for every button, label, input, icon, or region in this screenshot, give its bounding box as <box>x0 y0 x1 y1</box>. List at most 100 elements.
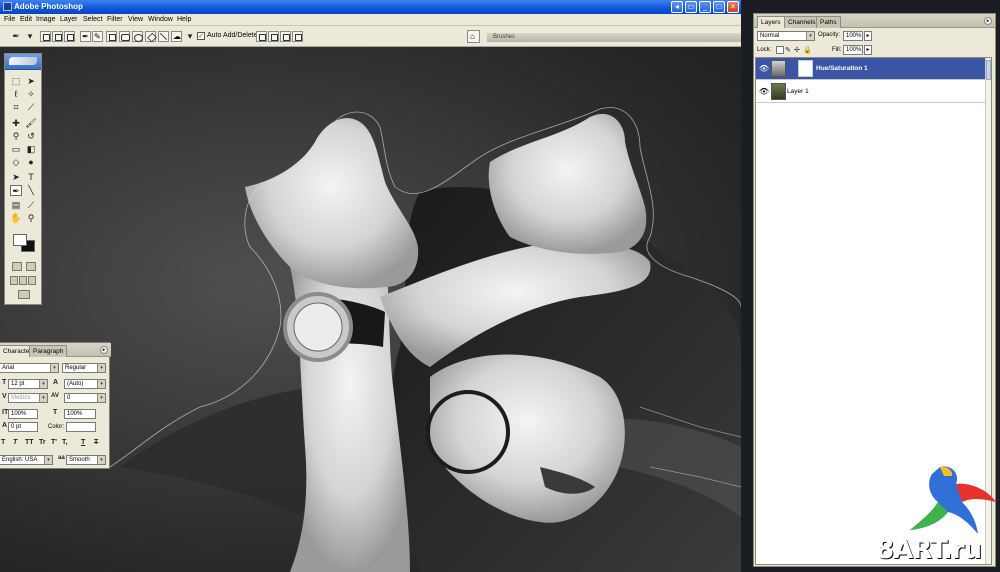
menu-filter[interactable]: Filter <box>107 16 123 23</box>
pen-tool-preset-icon[interactable]: ✒ <box>10 31 22 42</box>
dodge-tool-icon[interactable]: ● <box>25 157 37 168</box>
subscript-button[interactable]: T, <box>62 439 67 446</box>
scrollbar-thumb[interactable] <box>986 60 991 80</box>
baseline-shift-field[interactable]: 0 pt <box>8 422 38 432</box>
history-brush-icon[interactable]: ↺ <box>25 131 37 142</box>
gradient-tool-icon[interactable]: ◧ <box>25 144 37 155</box>
shape-layers-icon[interactable] <box>40 31 51 42</box>
faux-italic-button[interactable]: T <box>13 439 17 446</box>
eye-icon[interactable]: 👁 <box>758 87 770 96</box>
file-browser-icon[interactable]: ⌂ <box>467 30 480 43</box>
palette-toggle-button[interactable]: ◂ <box>671 1 683 13</box>
path-selection-icon[interactable]: ➤ <box>10 172 22 183</box>
magic-wand-tool-icon[interactable]: ✧ <box>25 89 37 100</box>
crop-tool-icon[interactable]: ⌗ <box>10 102 22 113</box>
menu-layer[interactable]: Layer <box>60 16 78 23</box>
full-screen-mode-icon[interactable] <box>28 276 36 285</box>
opacity-slider-arrow-icon[interactable]: ▸ <box>864 31 872 41</box>
lock-transparency-checkbox[interactable] <box>776 46 784 54</box>
kerning-field[interactable]: Metrics ▾ <box>8 393 48 403</box>
move-tool-icon[interactable]: ➤ <box>25 76 37 87</box>
toolbox-header[interactable] <box>5 54 41 70</box>
close-button[interactable]: × <box>727 1 739 13</box>
freeform-pen-icon[interactable]: ✎ <box>92 31 103 42</box>
notes-tool-icon[interactable]: ▤ <box>10 200 22 211</box>
clone-stamp-icon[interactable]: ⚲ <box>10 131 22 142</box>
maximize-button[interactable]: □ <box>713 1 725 13</box>
layer-row-layer-1[interactable]: 👁 Layer 1 <box>756 81 991 103</box>
full-screen-menu-mode-icon[interactable] <box>19 276 27 285</box>
leading-field[interactable]: (Auto) ▾ <box>64 379 106 389</box>
fill-slider-arrow-icon[interactable]: ▸ <box>864 45 872 55</box>
palette-well-brushes-tab[interactable]: Brushes <box>487 33 741 42</box>
custom-shape-tool-icon[interactable]: ☁ <box>171 31 182 42</box>
paths-mode-icon[interactable] <box>52 31 63 42</box>
standard-screen-mode-icon[interactable] <box>10 276 18 285</box>
menu-image[interactable]: Image <box>36 16 55 23</box>
tab-channels[interactable]: Channels <box>784 16 820 28</box>
menu-help[interactable]: Help <box>177 16 191 23</box>
horizontal-scale-field[interactable]: 100% <box>64 409 96 419</box>
jump-to-imageready-icon[interactable] <box>18 290 30 299</box>
layer-row-hue-saturation[interactable]: 👁 Hue/Saturation 1 <box>756 58 991 80</box>
color-swatches[interactable] <box>11 232 37 254</box>
fill-pixels-icon[interactable] <box>64 31 75 42</box>
foreground-color-swatch[interactable] <box>13 234 27 246</box>
blend-mode-select[interactable]: Normal ▾ <box>757 31 815 41</box>
panel-menu-icon[interactable]: ▸ <box>984 17 992 25</box>
healing-brush-icon[interactable]: ✚ <box>10 118 22 129</box>
strikethrough-button[interactable]: T <box>94 439 98 446</box>
exclude-overlapping-icon[interactable] <box>292 31 303 42</box>
minimize-button[interactable]: _ <box>699 1 711 13</box>
document-canvas[interactable] <box>0 47 741 572</box>
panel-menu-icon[interactable]: ▸ <box>100 346 108 354</box>
menu-select[interactable]: Select <box>83 16 102 23</box>
add-to-path-area-icon[interactable] <box>256 31 267 42</box>
eye-icon[interactable]: 👁 <box>758 64 770 73</box>
font-size-field[interactable]: 12 pt ▾ <box>8 379 48 389</box>
menu-edit[interactable]: Edit <box>20 16 32 23</box>
text-color-swatch[interactable] <box>66 422 96 432</box>
underline-button[interactable]: T <box>81 439 85 446</box>
hand-tool-icon[interactable]: ✋ <box>10 213 22 224</box>
rectangle-tool-icon[interactable] <box>106 31 117 42</box>
marquee-tool-icon[interactable]: ⬚ <box>10 76 22 87</box>
line-shape-tool-icon[interactable]: ╲ <box>25 185 37 196</box>
subtract-path-area-icon[interactable] <box>268 31 279 42</box>
superscript-button[interactable]: T' <box>51 439 57 446</box>
menu-view[interactable]: View <box>128 16 143 23</box>
vertical-scale-field[interactable]: 100% <box>8 409 38 419</box>
pen-tool-icon[interactable]: ✒ <box>80 31 91 42</box>
antialias-select[interactable]: Smooth ▾ <box>66 455 106 465</box>
lock-icon[interactable]: 🔒 <box>803 46 812 54</box>
blur-tool-icon[interactable]: ◇ <box>10 157 22 168</box>
eyedropper-tool-icon[interactable]: ⟋ <box>25 200 37 211</box>
standard-mode-icon[interactable] <box>12 262 22 271</box>
opacity-field[interactable]: 100% <box>843 31 863 41</box>
type-tool-icon[interactable]: T <box>25 172 37 183</box>
lasso-tool-icon[interactable]: ℓ <box>10 89 22 100</box>
line-tool-icon[interactable] <box>158 31 169 42</box>
rounded-rectangle-tool-icon[interactable] <box>119 31 130 42</box>
workspace-button[interactable]: ▭ <box>685 1 697 13</box>
slice-tool-icon[interactable]: ⟋ <box>25 102 37 113</box>
pen-tool-icon[interactable]: ✒ <box>10 185 22 196</box>
intersect-path-areas-icon[interactable] <box>280 31 291 42</box>
brush-tool-icon[interactable]: 🖌 <box>25 118 37 129</box>
font-family-select[interactable]: Arial ▾ <box>0 363 59 373</box>
preset-dropdown-icon[interactable]: ▾ <box>24 31 36 42</box>
ellipse-tool-icon[interactable] <box>132 31 143 42</box>
tab-paragraph[interactable]: Paragraph <box>29 345 68 357</box>
menu-window[interactable]: Window <box>148 16 173 23</box>
fill-field[interactable]: 100% <box>843 45 863 55</box>
language-select[interactable]: English: USA ▾ <box>0 455 53 465</box>
faux-bold-button[interactable]: T <box>1 439 5 446</box>
tracking-field[interactable]: 0 ▾ <box>64 393 106 403</box>
font-style-select[interactable]: Regular ▾ <box>62 363 106 373</box>
tab-layers[interactable]: Layers <box>757 16 785 28</box>
all-caps-button[interactable]: TT <box>25 439 34 446</box>
tab-paths[interactable]: Paths <box>816 16 841 28</box>
menu-file[interactable]: File <box>4 16 15 23</box>
quick-mask-mode-icon[interactable] <box>26 262 36 271</box>
shape-dropdown-icon[interactable]: ▾ <box>184 31 196 42</box>
